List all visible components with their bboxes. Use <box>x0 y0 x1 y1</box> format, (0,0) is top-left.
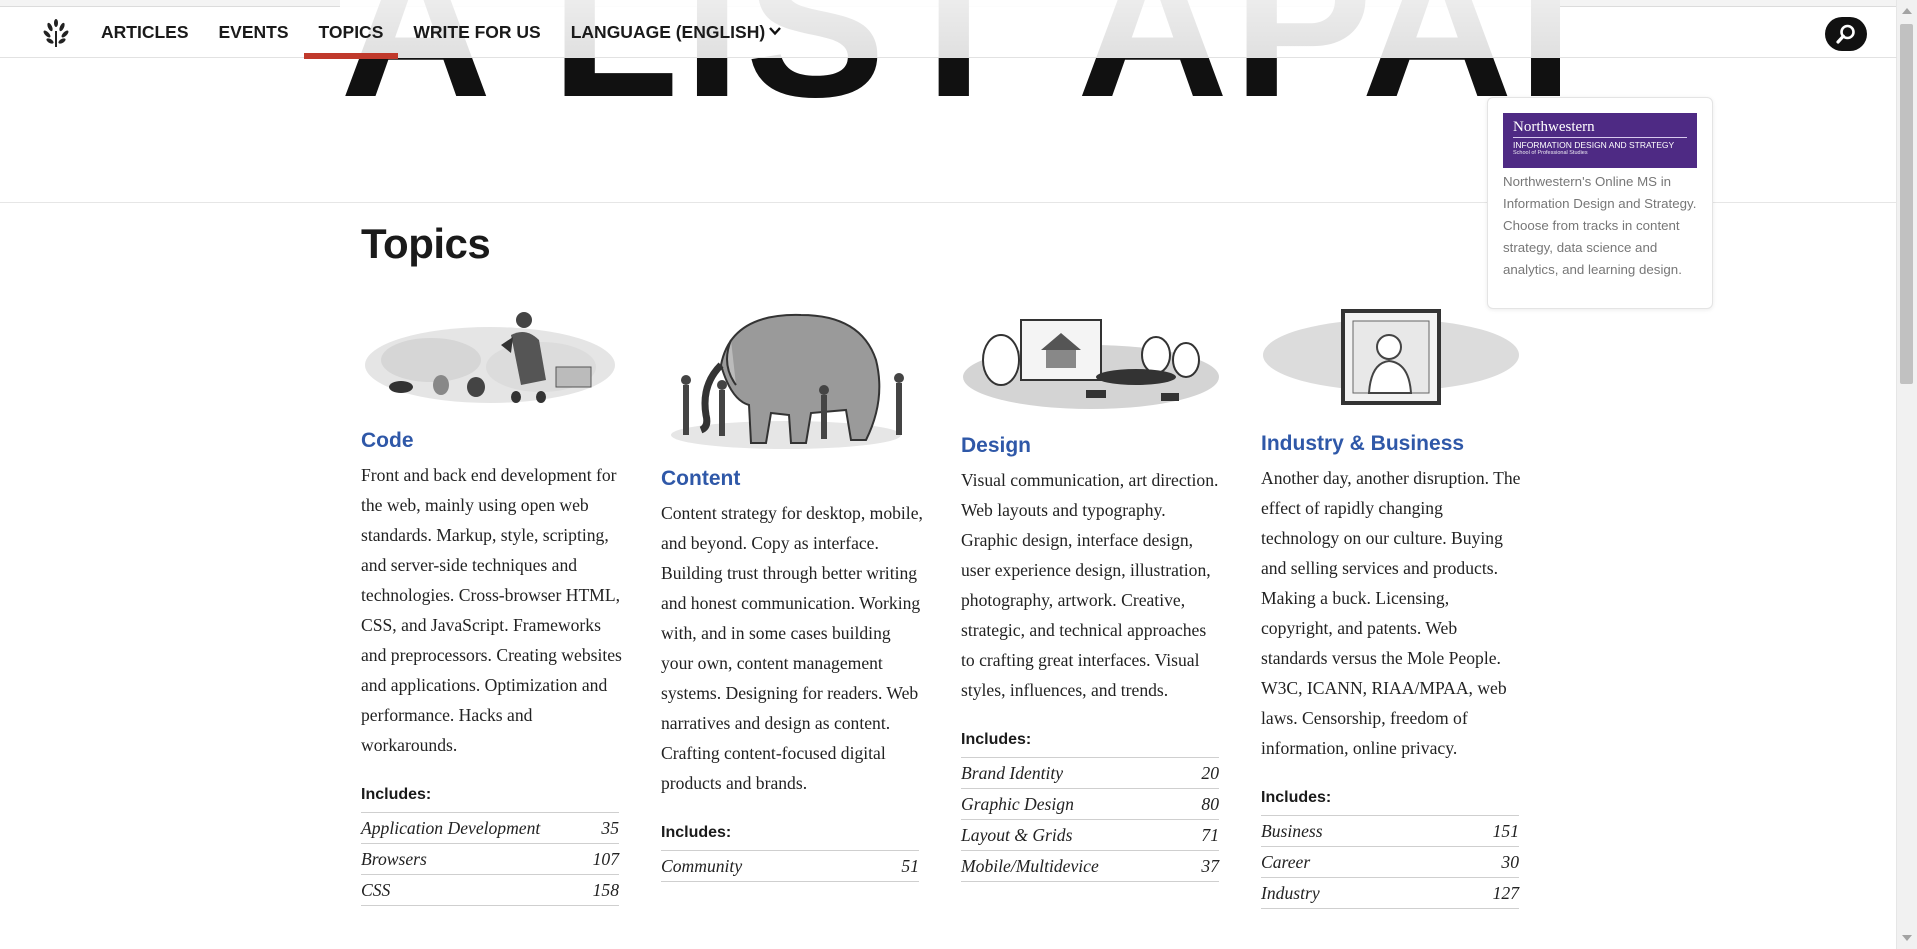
subtopic-list: Community 51 <box>661 850 919 882</box>
includes-label: Includes: <box>1261 789 1332 806</box>
subtopic-item[interactable]: CSS 158 <box>361 875 619 906</box>
nav-topics[interactable]: TOPICS <box>303 22 399 59</box>
subtopic-count: 71 <box>1201 825 1219 845</box>
content-illustration[interactable] <box>661 305 919 462</box>
industry-illustration[interactable] <box>1261 305 1519 424</box>
scroll-up-arrow-icon[interactable] <box>1902 8 1912 14</box>
subtopic-list: Brand Identity 20 Graphic Design 80 Layout… <box>961 757 1219 882</box>
subtopic-name: Layout & Grids <box>961 825 1073 845</box>
topic-design: Design Visual communication, art directi… <box>961 305 1219 882</box>
scroll-down-arrow-icon[interactable] <box>1902 935 1912 941</box>
includes-label: Includes: <box>961 731 1032 748</box>
nav-language-dropdown[interactable]: LANGUAGE (ENGLISH) <box>570 21 782 43</box>
subtopic-count: 51 <box>901 856 919 876</box>
content-illustration-image <box>671 313 904 449</box>
search-icon <box>1836 24 1855 44</box>
topic-title-link[interactable]: Industry & Business <box>1261 431 1519 457</box>
nav-articles[interactable]: ARTICLES <box>101 22 189 43</box>
subtopic-count: 107 <box>592 849 619 869</box>
page-scrollbar[interactable] <box>1896 0 1917 949</box>
nav-write-for-us[interactable]: WRITE FOR US <box>413 22 540 43</box>
subtopic-name: Industry <box>1261 883 1320 903</box>
subtopic-count: 30 <box>1501 852 1519 872</box>
subtopic-name: Brand Identity <box>961 763 1064 783</box>
subtopic-name: Business <box>1261 821 1323 841</box>
topic-description: Visual communication, art direction. Web… <box>961 470 1219 700</box>
subtopic-name: Browsers <box>361 849 427 869</box>
subtopic-item[interactable]: Graphic Design 80 <box>961 789 1219 820</box>
code-illustration-image <box>365 312 615 403</box>
sponsor-brand: Northwestern <box>1513 119 1595 135</box>
topic-content: Content Content strategy for desktop, mo… <box>661 305 923 882</box>
subtopic-list: Application Development 35 Browsers 107 CS… <box>361 812 619 906</box>
search-button[interactable] <box>1825 17 1867 51</box>
subtopic-name: Career <box>1261 852 1311 872</box>
subtopic-item[interactable]: Career 30 <box>1261 847 1519 878</box>
subtopic-count: 20 <box>1201 763 1219 783</box>
subtopic-item[interactable]: Mobile/Multidevice 37 <box>961 851 1219 882</box>
industry-illustration-image <box>1263 309 1519 405</box>
subtopic-name: Graphic Design <box>961 794 1074 814</box>
subtopic-count: 158 <box>592 880 619 900</box>
topic-description: Content strategy for desktop, mobile, an… <box>661 503 923 793</box>
sponsor-school: School of Professional Studies <box>1513 150 1588 156</box>
topic-industry-business: Industry & Business Another day, another… <box>1261 305 1520 909</box>
subtopic-count: 151 <box>1492 821 1519 841</box>
subtopic-item[interactable]: Browsers 107 <box>361 844 619 875</box>
subtopic-item[interactable]: Industry 127 <box>1261 878 1519 909</box>
subtopic-item[interactable]: Brand Identity 20 <box>961 758 1219 789</box>
laurel-logo-icon[interactable] <box>40 17 72 49</box>
sponsor-banner-rule <box>1513 137 1687 138</box>
chevron-down-icon <box>769 25 782 39</box>
subtopic-item[interactable]: Business 151 <box>1261 816 1519 847</box>
page-title: Topics <box>361 220 491 267</box>
sponsor-banner[interactable]: Northwestern INFORMATION DESIGN AND STRA… <box>1503 113 1697 168</box>
topic-code: Code Front and back end development for … <box>361 305 622 906</box>
design-illustration-image <box>963 319 1219 409</box>
subtopic-item[interactable]: Application Development 35 <box>361 813 619 844</box>
includes-label: Includes: <box>361 786 432 803</box>
subtopic-item[interactable]: Layout & Grids 71 <box>961 820 1219 851</box>
subtopic-count: 35 <box>601 818 619 838</box>
topic-title-link[interactable]: Design <box>961 433 1219 459</box>
sponsor-ad-card[interactable]: Northwestern INFORMATION DESIGN AND STRA… <box>1487 97 1713 309</box>
sponsor-copy[interactable]: Northwestern's Online MS in Information … <box>1503 171 1699 281</box>
nav-events[interactable]: EVENTS <box>219 22 289 43</box>
subtopic-count: 127 <box>1492 883 1519 903</box>
subtopic-list: Business 151 Career 30 Industry 127 <box>1261 815 1519 909</box>
nav-language-label: LANGUAGE (ENGLISH) <box>570 21 766 42</box>
subtopic-item[interactable]: Community 51 <box>661 851 919 882</box>
topic-title-link[interactable]: Content <box>661 466 919 492</box>
scrollbar-thumb[interactable] <box>1900 24 1913 384</box>
subtopic-name: CSS <box>361 880 391 900</box>
code-illustration[interactable] <box>361 305 619 420</box>
subtopic-name: Mobile/Multidevice <box>961 856 1099 876</box>
subtopic-count: 80 <box>1201 794 1219 814</box>
design-illustration[interactable] <box>961 305 1219 422</box>
subtopic-name: Application Development <box>361 818 541 838</box>
subtopic-name: Community <box>661 856 743 876</box>
topic-description: Another day, another disruption. The eff… <box>1261 468 1521 758</box>
laurel-logo-graphic <box>43 19 69 47</box>
includes-label: Includes: <box>661 824 732 841</box>
topic-description: Front and back end development for the w… <box>361 465 622 755</box>
subtopic-count: 37 <box>1201 856 1219 876</box>
sponsor-program: INFORMATION DESIGN AND STRATEGY <box>1513 140 1675 150</box>
topic-title-link[interactable]: Code <box>361 428 619 454</box>
nav-menu: ARTICLES EVENTS TOPICS WRITE FOR US LANG… <box>101 7 811 59</box>
top-nav: ARTICLES EVENTS TOPICS WRITE FOR US LANG… <box>0 7 1897 59</box>
